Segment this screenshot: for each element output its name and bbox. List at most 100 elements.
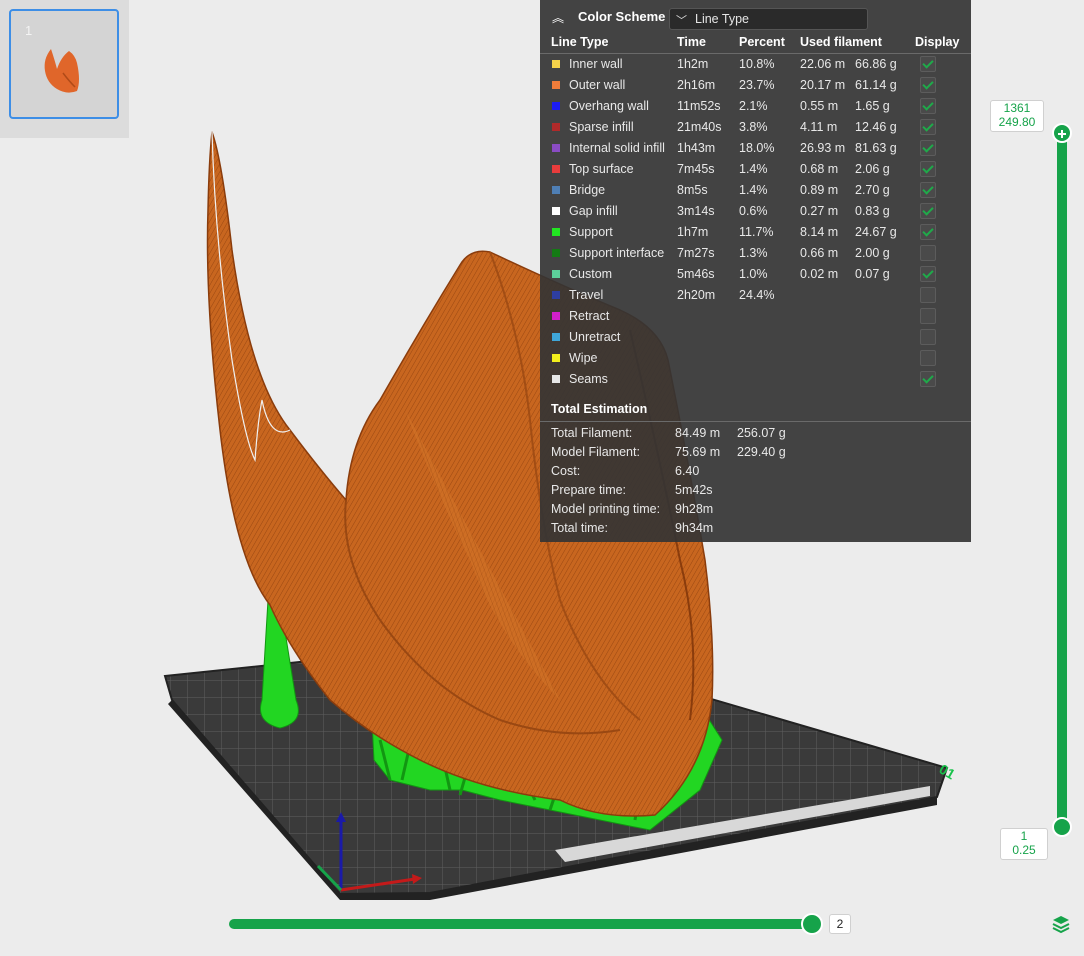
line-type-length: 20.17 m — [800, 78, 846, 92]
line-type-time: 21m40s — [677, 120, 722, 134]
color-swatch — [552, 165, 560, 173]
estimation-value: 5m42s — [675, 483, 713, 497]
display-checkbox[interactable] — [920, 119, 936, 135]
line-type-row: Wipe — [540, 348, 971, 369]
color-swatch — [552, 270, 560, 278]
line-type-length: 0.55 m — [800, 99, 839, 113]
top-layer-number: 1361 — [1003, 101, 1031, 115]
color-swatch — [552, 375, 560, 383]
color-scheme-selected: Line Type — [695, 12, 749, 26]
layer-slider-track[interactable] — [1057, 133, 1067, 827]
plate-thumbnail[interactable]: 1 — [9, 9, 119, 119]
line-type-length: 0.66 m — [800, 246, 839, 260]
estimation-row: Cost: 6.40 — [540, 462, 971, 481]
column-display: Display — [915, 35, 960, 49]
line-type-weight: 61.14 g — [855, 78, 897, 92]
top-layer-height: 249.80 — [998, 115, 1036, 129]
line-type-percent: 24.4% — [739, 288, 775, 302]
line-type-row: Gap infill 3m14s 0.6% 0.27 m 0.83 g — [540, 201, 971, 222]
line-type-length: 0.89 m — [800, 183, 839, 197]
estimation-label: Model Filament: — [551, 445, 640, 459]
line-type-percent: 11.7% — [739, 225, 774, 239]
color-scheme-dropdown[interactable]: ﹀ Line Type — [669, 8, 868, 30]
color-scheme-header: ︽ Color Scheme ﹀ Line Type — [540, 0, 971, 32]
line-type-name: Support interface — [569, 246, 665, 260]
move-slider-handle[interactable] — [801, 913, 823, 935]
display-checkbox[interactable] — [920, 266, 936, 282]
bottom-layer-height: 0.25 — [1012, 843, 1036, 857]
line-type-time: 2h16m — [677, 78, 716, 92]
display-checkbox[interactable] — [920, 140, 936, 156]
line-type-percent: 1.4% — [739, 183, 768, 197]
line-type-percent: 0.6% — [739, 204, 768, 218]
line-type-length: 22.06 m — [800, 57, 846, 71]
display-checkbox[interactable] — [920, 161, 936, 177]
color-swatch — [552, 354, 560, 362]
estimation-value: 6.40 — [675, 464, 700, 478]
line-type-percent: 1.4% — [739, 162, 768, 176]
color-scheme-panel: ︽ Color Scheme ﹀ Line Type Line Type Tim… — [540, 0, 971, 542]
move-slider-value: 2 — [829, 914, 851, 934]
line-type-weight: 24.67 g — [855, 225, 897, 239]
line-type-weight: 66.86 g — [855, 57, 897, 71]
estimation-label: Total time: — [551, 521, 608, 535]
line-type-length: 0.68 m — [800, 162, 839, 176]
line-type-row: Unretract — [540, 327, 971, 348]
estimation-value: 9h34m — [675, 521, 714, 535]
layers-icon[interactable] — [1051, 914, 1071, 934]
line-type-row: Retract — [540, 306, 971, 327]
color-swatch — [552, 144, 560, 152]
line-type-row: Inner wall 1h2m 10.8% 22.06 m 66.86 g — [540, 54, 971, 75]
bottom-layer-number: 1 — [1020, 829, 1028, 843]
display-checkbox[interactable] — [920, 308, 936, 324]
layer-slider-top-handle[interactable] — [1052, 123, 1072, 143]
color-swatch — [552, 312, 560, 320]
line-type-row: Custom 5m46s 1.0% 0.02 m 0.07 g — [540, 264, 971, 285]
estimation-value: 75.69 m — [675, 445, 721, 459]
display-checkbox[interactable] — [920, 245, 936, 261]
line-type-length: 8.14 m — [800, 225, 839, 239]
line-type-row: Bridge 8m5s 1.4% 0.89 m 2.70 g — [540, 180, 971, 201]
table-header: Line Type Time Percent Used filament Dis… — [540, 33, 971, 53]
line-type-time: 1h2m — [677, 57, 709, 71]
line-type-name: Wipe — [569, 351, 598, 365]
estimation-row: Model Filament: 75.69 m 229.40 g — [540, 443, 971, 462]
estimation-label: Model printing time: — [551, 502, 661, 516]
line-type-row: Support 1h7m 11.7% 8.14 m 24.67 g — [540, 222, 971, 243]
line-type-row: Sparse infill 21m40s 3.8% 4.11 m 12.46 g — [540, 117, 971, 138]
display-checkbox[interactable] — [920, 98, 936, 114]
display-checkbox[interactable] — [920, 350, 936, 366]
color-swatch — [552, 333, 560, 341]
display-checkbox[interactable] — [920, 182, 936, 198]
estimation-row: Total time: 9h34m — [540, 519, 971, 538]
display-checkbox[interactable] — [920, 287, 936, 303]
display-checkbox[interactable] — [920, 329, 936, 345]
line-type-name: Unretract — [569, 330, 621, 344]
line-type-weight: 81.63 g — [855, 141, 897, 155]
color-swatch — [552, 123, 560, 131]
divider — [540, 421, 971, 422]
estimation-value-secondary: 256.07 g — [737, 426, 786, 440]
double-chevron-up-icon[interactable]: ︽ — [552, 9, 564, 26]
display-checkbox[interactable] — [920, 56, 936, 72]
column-used-filament: Used filament — [800, 35, 882, 49]
color-swatch — [552, 249, 560, 257]
line-type-percent: 18.0% — [739, 141, 775, 155]
estimation-label: Total Filament: — [551, 426, 633, 440]
line-type-percent: 23.7% — [739, 78, 775, 92]
move-slider-track[interactable] — [229, 919, 813, 929]
line-type-weight: 12.46 g — [855, 120, 897, 134]
line-type-length: 0.02 m — [800, 267, 839, 281]
line-type-name: Overhang wall — [569, 99, 649, 113]
display-checkbox[interactable] — [920, 77, 936, 93]
line-type-time: 8m5s — [677, 183, 708, 197]
line-type-name: Bridge — [569, 183, 606, 197]
line-type-name: Support — [569, 225, 613, 239]
display-checkbox[interactable] — [920, 371, 936, 387]
line-type-row: Internal solid infill 1h43m 18.0% 26.93 m 81… — [540, 138, 971, 159]
display-checkbox[interactable] — [920, 224, 936, 240]
layer-slider-bottom-handle[interactable] — [1052, 817, 1072, 837]
color-swatch — [552, 102, 560, 110]
display-checkbox[interactable] — [920, 203, 936, 219]
line-type-time: 1h43m — [677, 141, 716, 155]
